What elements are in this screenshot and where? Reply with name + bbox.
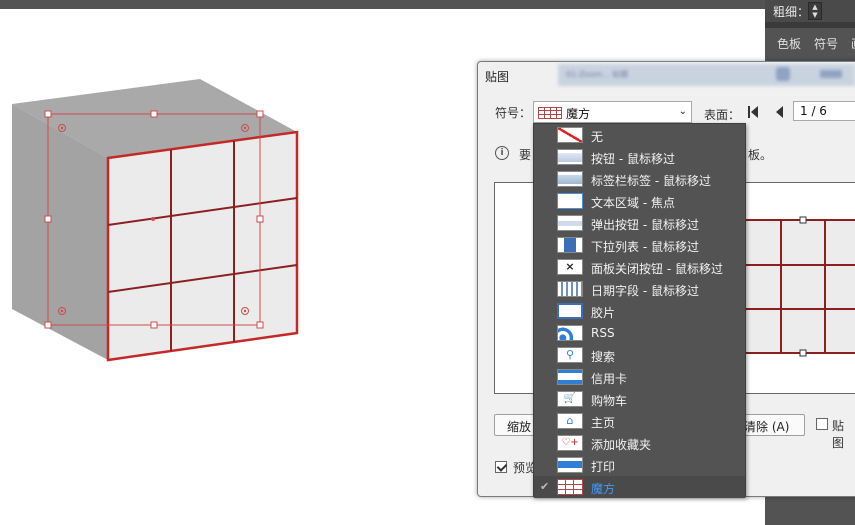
film-icon — [557, 303, 583, 319]
list-item-label: 面板关闭按钮 - 鼠标移过 — [591, 262, 723, 276]
tab-icon — [557, 171, 583, 187]
surface-label: 表面： — [704, 108, 741, 122]
button-icon — [557, 149, 583, 165]
list-item-button[interactable]: 按钮 - 鼠标移过 — [534, 146, 745, 168]
tab-symbols[interactable]: 符号 — [814, 35, 838, 52]
rubik-icon — [557, 479, 583, 495]
list-item-label: 添加收藏夹 — [591, 438, 652, 452]
none-icon — [557, 127, 583, 143]
top-toolbar-strip — [0, 0, 765, 9]
shade-artwork-checkbox[interactable] — [816, 418, 828, 430]
textarea-icon — [557, 193, 583, 209]
cube-artwork[interactable] — [0, 70, 320, 370]
blurred-button — [820, 70, 842, 78]
list-item-film[interactable]: 胶片 — [534, 300, 745, 322]
preview-checkbox[interactable] — [495, 461, 507, 473]
tab-swatches[interactable]: 色板 — [777, 35, 801, 52]
panel-tabs: 色板 符号 画 — [765, 28, 855, 56]
previous-surface-icon[interactable] — [776, 106, 783, 118]
list-item-popup[interactable]: 弹出按钮 - 鼠标移过 — [534, 212, 745, 234]
list-item-label: 打印 — [591, 460, 616, 474]
dialog-title: 贴图 — [485, 70, 510, 84]
symbol-label: 符号： — [495, 106, 532, 120]
list-item-label: 下拉列表 - 鼠标移过 — [591, 240, 699, 254]
list-item-textarea[interactable]: 文本区域 - 焦点 — [534, 190, 745, 212]
list-item-label: 魔方 — [591, 482, 616, 496]
first-surface-icon[interactable] — [748, 106, 758, 118]
list-item-none[interactable]: 无 — [534, 124, 745, 146]
cube-front-face — [106, 130, 299, 362]
rss-icon — [557, 325, 583, 341]
list-item-label: 信用卡 — [591, 372, 628, 386]
list-item-date-field[interactable]: 日期字段 - 鼠标移过 — [534, 278, 745, 300]
tab-brushes[interactable]: 画 — [851, 35, 855, 52]
symbol-select-value: 魔方 — [566, 107, 591, 121]
home-icon: ⌂ — [557, 413, 583, 429]
shade-artwork-label: 贴图 — [832, 419, 845, 450]
list-item-dropdown[interactable]: 下拉列表 - 鼠标移过 — [534, 234, 745, 256]
blurred-title-bar: 01-Zoom... 标题 — [558, 64, 855, 86]
symbol-select[interactable]: 魔方 ⌄ — [533, 101, 692, 123]
close-icon: × — [557, 259, 583, 275]
symbol-dropdown-list: 无 按钮 - 鼠标移过 标签栏标签 - 鼠标移过 文本区域 - 焦点 弹出按钮 … — [533, 123, 746, 498]
add-favorite-icon: ♡+ — [557, 435, 583, 451]
list-item-label: 购物车 — [591, 394, 628, 408]
list-item-label: 文本区域 - 焦点 — [591, 196, 675, 210]
dropdown-icon — [557, 237, 583, 253]
list-item-credit-card[interactable]: 信用卡 — [534, 366, 745, 388]
blurred-button — [776, 67, 790, 81]
list-item-tab[interactable]: 标签栏标签 - 鼠标移过 — [534, 168, 745, 190]
info-text-end: 板。 — [748, 148, 773, 162]
surface-page-field[interactable]: 1 / 6 — [793, 101, 855, 121]
list-item-label: 日期字段 - 鼠标移过 — [591, 284, 699, 298]
list-item-search[interactable]: ⚲ 搜索 — [534, 344, 745, 366]
stroke-weight-stepper[interactable]: ▲ ▼ — [808, 2, 822, 20]
stroke-row: 粗细： ▲ ▼ — [765, 0, 855, 22]
checkmark-icon: ✔ — [540, 480, 550, 493]
list-item-print[interactable]: 打印 — [534, 454, 745, 476]
list-item-label: 搜索 — [591, 350, 616, 364]
cart-icon: 🛒 — [557, 391, 583, 407]
list-item-label: 标签栏标签 - 鼠标移过 — [591, 174, 711, 188]
stroke-weight-label: 粗细： — [773, 5, 810, 19]
info-icon: i — [495, 146, 509, 160]
scale-to-fit-button[interactable]: 缩放 — [494, 414, 538, 436]
list-item-rss[interactable]: RSS — [534, 322, 745, 344]
rubik-icon — [538, 107, 562, 119]
list-item-label: 胶片 — [591, 306, 616, 320]
list-item-label: RSS — [591, 326, 615, 340]
chevron-down-icon: ⌄ — [678, 106, 687, 117]
list-item-label: 按钮 - 鼠标移过 — [591, 152, 675, 166]
list-item-label: 主页 — [591, 416, 616, 430]
list-item-label: 弹出按钮 - 鼠标移过 — [591, 218, 699, 232]
list-item-cart[interactable]: 🛒 购物车 — [534, 388, 745, 410]
credit-card-icon — [557, 369, 583, 385]
list-item-add-favorite[interactable]: ♡+ 添加收藏夹 — [534, 432, 745, 454]
calendar-icon — [557, 281, 583, 297]
list-item-rubik[interactable]: ✔ 魔方 — [534, 476, 745, 498]
print-icon — [557, 457, 583, 473]
search-icon: ⚲ — [557, 347, 583, 363]
list-item-close-button[interactable]: × 面板关闭按钮 - 鼠标移过 — [534, 256, 745, 278]
list-item-home[interactable]: ⌂ 主页 — [534, 410, 745, 432]
blurred-text: 01-Zoom... 标题 — [566, 70, 629, 79]
info-text-start: 要 — [519, 148, 532, 162]
popup-icon — [557, 215, 583, 231]
list-item-label: 无 — [591, 130, 604, 144]
